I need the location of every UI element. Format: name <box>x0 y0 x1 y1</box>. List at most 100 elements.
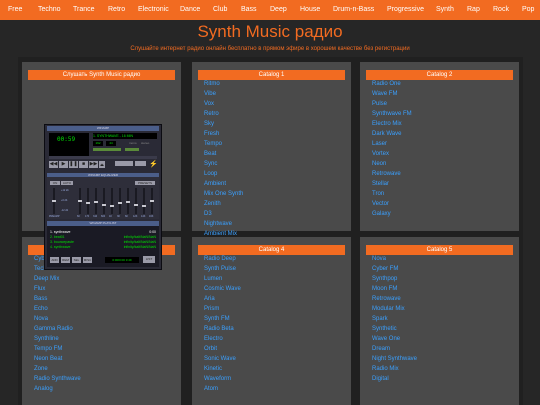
catalog-link[interactable]: D3 <box>204 209 243 219</box>
shuffle-button[interactable] <box>115 161 133 166</box>
nav-item[interactable]: Progressive <box>387 6 424 13</box>
nav-item[interactable]: Drum-n-Bass <box>333 6 374 13</box>
eq-band-slider[interactable] <box>86 188 90 214</box>
catalog-link[interactable]: Beat <box>204 149 243 159</box>
catalog-link[interactable]: Digital <box>372 374 417 384</box>
catalog-link[interactable]: Zenith <box>204 199 243 209</box>
eq-band-slider[interactable] <box>78 188 82 214</box>
playlist-button[interactable]: ADD <box>50 257 59 263</box>
catalog-link[interactable]: Neon Beat <box>34 354 81 364</box>
catalog-link[interactable]: Ambient <box>204 179 243 189</box>
catalog-link[interactable]: Synthpop <box>372 274 417 284</box>
catalog-link[interactable]: Electro Mix <box>372 119 412 129</box>
eq-knob[interactable] <box>126 201 130 203</box>
catalog-link[interactable]: Ritmo <box>204 79 243 89</box>
catalog-link[interactable]: Atom <box>204 384 241 394</box>
eq-knob[interactable] <box>102 204 106 206</box>
catalog-link[interactable]: Vortex <box>372 149 412 159</box>
player-titlebar[interactable]: WINAMP <box>47 126 159 131</box>
eq-knob[interactable] <box>94 201 98 203</box>
eq-band-slider[interactable] <box>142 188 146 214</box>
catalog-link[interactable]: Sonic Wave <box>204 354 241 364</box>
catalog-link[interactable]: Neon <box>372 159 412 169</box>
catalog-link[interactable]: Wave FM <box>372 89 412 99</box>
catalog-link[interactable]: Retrowave <box>372 169 412 179</box>
catalog-link[interactable]: Synthwave FM <box>372 109 412 119</box>
catalog-link[interactable]: Vox <box>204 99 243 109</box>
catalog-link[interactable]: Moon FM <box>372 284 417 294</box>
catalog-link[interactable]: Fresh <box>204 129 243 139</box>
eq-band-slider[interactable] <box>110 188 114 214</box>
catalog-link[interactable]: Sky <box>204 119 243 129</box>
catalog-link[interactable]: Night Synthwave <box>372 354 417 364</box>
catalog-link[interactable]: Tron <box>372 189 412 199</box>
catalog-link[interactable]: Echo <box>34 304 81 314</box>
catalog-link[interactable]: Electro <box>204 334 241 344</box>
eq-band-slider[interactable] <box>94 188 98 214</box>
catalog-link[interactable]: Pulse <box>372 99 412 109</box>
catalog-link[interactable]: Analog <box>34 384 81 394</box>
eq-presets-button[interactable]: PRESETS <box>135 181 155 185</box>
eq-knob[interactable] <box>150 200 154 202</box>
nav-item[interactable]: Free <box>8 6 22 13</box>
eq-on-button[interactable]: ON <box>50 181 60 185</box>
nav-item[interactable]: Techno <box>38 6 61 13</box>
eq-knob[interactable] <box>86 202 90 204</box>
eq-knob[interactable] <box>52 200 56 202</box>
catalog-link[interactable]: Aria <box>204 294 241 304</box>
catalog-link[interactable]: Vibe <box>204 89 243 99</box>
eq-auto-button[interactable]: AUTO <box>61 181 73 185</box>
eq-band-slider[interactable] <box>150 188 154 214</box>
pause-button[interactable]: ❚❚ <box>69 161 78 168</box>
eq-preamp-slider[interactable] <box>52 188 56 214</box>
catalog-link[interactable]: Modular Mix <box>372 304 417 314</box>
catalog-link[interactable]: Bass <box>34 294 81 304</box>
catalog-link[interactable]: Wave One <box>372 334 417 344</box>
catalog-link[interactable]: Retrowave <box>372 294 417 304</box>
eq-knob[interactable] <box>118 202 122 204</box>
prev-button[interactable]: ◀◀ <box>49 161 58 168</box>
catalog-link[interactable]: Galaxy <box>372 209 412 219</box>
playlist-row[interactable]: 4. synthwave infinity/kalt/NaN/NaN <box>50 245 156 250</box>
eq-knob[interactable] <box>78 200 82 202</box>
catalog-link[interactable]: Synth Pulse <box>204 264 241 274</box>
eq-band-slider[interactable] <box>102 188 106 214</box>
nav-item[interactable]: Deep <box>270 6 287 13</box>
catalog-link[interactable]: Radio Synthwave <box>34 374 81 384</box>
nav-item[interactable]: Bass <box>241 6 257 13</box>
catalog-link[interactable]: Sync <box>204 159 243 169</box>
nav-item[interactable]: House <box>300 6 320 13</box>
catalog-link[interactable]: Radio One <box>372 79 412 89</box>
balance-slider[interactable] <box>125 148 139 151</box>
catalog-link[interactable]: Tempo FM <box>34 344 81 354</box>
playlist-button[interactable]: SEL <box>72 257 81 263</box>
volume-slider[interactable] <box>93 148 121 151</box>
eq-band-slider[interactable] <box>118 188 122 214</box>
catalog-link[interactable]: Kinetic <box>204 364 241 374</box>
catalog-link[interactable]: Radio Deep <box>204 254 241 264</box>
catalog-link[interactable]: Cyber FM <box>372 264 417 274</box>
catalog-link[interactable]: Nova <box>34 314 81 324</box>
catalog-link[interactable]: Synth FM <box>204 314 241 324</box>
nav-item[interactable]: Dance <box>180 6 200 13</box>
catalog-link[interactable]: Gamma Radio <box>34 324 81 334</box>
catalog-link[interactable]: Waveform <box>204 374 241 384</box>
nav-item[interactable]: Retro <box>108 6 125 13</box>
catalog-link[interactable]: Cosmic Wave <box>204 284 241 294</box>
playlist-list-button[interactable]: LIST <box>143 256 155 263</box>
catalog-link[interactable]: Radio Beta <box>204 324 241 334</box>
catalog-link[interactable]: Orbit <box>204 344 241 354</box>
catalog-link[interactable]: Flux <box>34 284 81 294</box>
catalog-link[interactable]: Dark Wave <box>372 129 412 139</box>
next-button[interactable]: ▶▶ <box>89 161 98 168</box>
nav-item[interactable]: Synth <box>436 6 454 13</box>
nav-item[interactable]: Electronic <box>138 6 169 13</box>
catalog-link[interactable]: Spark <box>372 314 417 324</box>
nav-item[interactable]: Rap <box>467 6 480 13</box>
catalog-link[interactable]: Radio Mix <box>372 364 417 374</box>
playlist-button[interactable]: MISC <box>83 257 92 263</box>
catalog-link[interactable]: Synthline <box>34 334 81 344</box>
nav-item[interactable]: Pop <box>522 6 534 13</box>
catalog-link[interactable]: Tempo <box>204 139 243 149</box>
playlist-button[interactable]: REM <box>61 257 70 263</box>
